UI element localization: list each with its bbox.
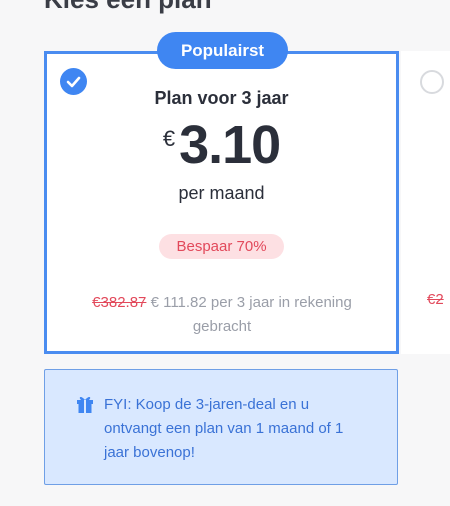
price-amount: 3.10: [179, 115, 281, 175]
billing-text: € 111.82 per 3 jaar in rekening gebracht: [150, 294, 352, 335]
plan-radio-unselected[interactable]: [420, 70, 444, 94]
page-title: Kies een plan: [44, 0, 212, 15]
popular-badge: Populairst: [157, 32, 288, 69]
currency-symbol: €: [162, 126, 176, 151]
price-period: per maand: [178, 183, 265, 203]
savings-badge: Bespaar 70%: [159, 234, 284, 259]
plan-card-alternative[interactable]: [401, 51, 450, 354]
gift-icon: [77, 396, 93, 413]
plan-old-price-partial: €2: [427, 291, 444, 308]
billing-info: €382.87 € 111.82 per 3 jaar in rekening …: [66, 291, 378, 339]
old-price: €382.87: [92, 294, 147, 311]
plan-price: €3.10: [44, 114, 399, 184]
plan-title: Plan voor 3 jaar: [154, 88, 289, 108]
fyi-text: FYI: Koop de 3-jaren-deal en u ontvangt …: [104, 396, 344, 461]
